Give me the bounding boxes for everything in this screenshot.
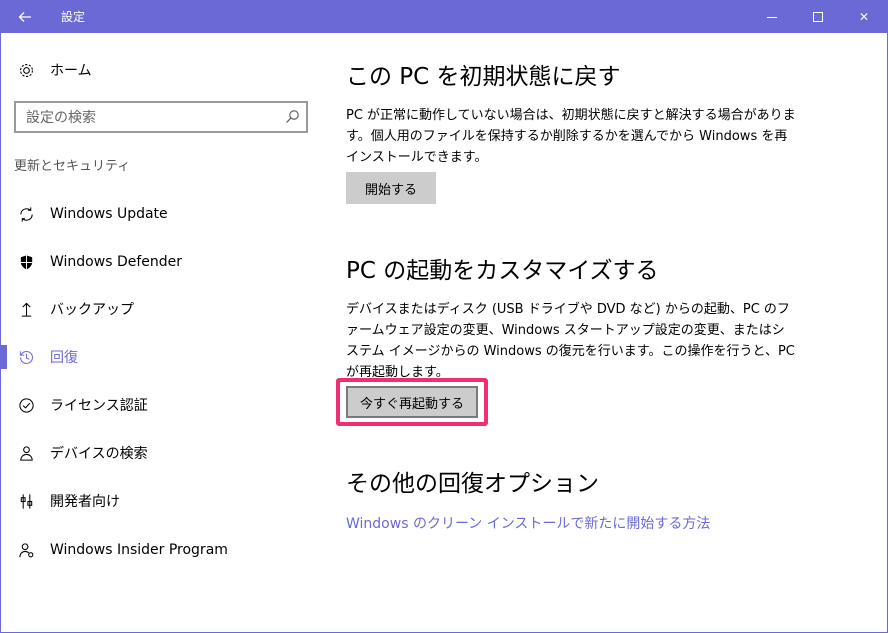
- close-icon: ✕: [858, 10, 870, 24]
- active-indicator: [1, 345, 7, 369]
- close-button[interactable]: ✕: [841, 1, 887, 33]
- person-location-icon: [17, 444, 35, 462]
- sidebar-item-backup[interactable]: バックアップ: [17, 297, 134, 321]
- window-title: 設定: [61, 10, 86, 24]
- search-icon[interactable]: [284, 109, 300, 125]
- shield-icon: [17, 253, 35, 271]
- gear-icon: [17, 61, 35, 79]
- sidebar-item-label: バックアップ: [50, 302, 134, 318]
- sidebar-item-find-device[interactable]: デバイスの検索: [17, 441, 148, 465]
- history-icon: [17, 348, 35, 366]
- sidebar: ホーム 設定の検索 更新とセキュリティ Windows Update Windo…: [1, 33, 321, 633]
- sidebar-item-label: Windows Update: [50, 206, 168, 222]
- sidebar-item-insider[interactable]: Windows Insider Program: [17, 538, 228, 562]
- backup-arrow-icon: [17, 300, 35, 318]
- sidebar-item-windows-defender[interactable]: Windows Defender: [17, 250, 182, 274]
- start-reset-button[interactable]: 開始する: [346, 172, 436, 204]
- back-arrow-icon[interactable]: [1, 1, 49, 33]
- sidebar-item-developers[interactable]: 開発者向け: [17, 489, 120, 513]
- sidebar-item-label: Windows Defender: [50, 254, 183, 270]
- reset-description: PC が正常に動作していない場合は、初期状態に戻すと解決する場合があります。個人…: [346, 108, 796, 165]
- insider-person-icon: [17, 541, 35, 559]
- sync-icon: [17, 205, 35, 223]
- check-circle-icon: [17, 396, 35, 414]
- settings-window: 設定 ✕ ホーム 設定の検索 更新とセキュリティ Windows Update …: [0, 0, 888, 633]
- sidebar-item-recovery[interactable]: 回復: [17, 345, 78, 369]
- maximize-icon: [813, 12, 823, 22]
- other-options-title: その他の回復オプション: [346, 471, 599, 497]
- sidebar-item-label: 回復: [50, 350, 78, 366]
- search-input[interactable]: 設定の検索: [26, 107, 96, 127]
- section-title: 更新とセキュリティ: [14, 159, 131, 174]
- sidebar-item-windows-update[interactable]: Windows Update: [17, 202, 168, 226]
- title-bar: 設定 ✕: [1, 1, 887, 33]
- search-box[interactable]: 設定の検索: [14, 101, 308, 133]
- reset-title: この PC を初期状態に戻す: [346, 64, 621, 90]
- sidebar-item-label: 開発者向け: [50, 494, 120, 510]
- maximize-button[interactable]: [795, 1, 841, 33]
- restart-now-button[interactable]: 今すぐ再起動する: [346, 386, 478, 418]
- home-label: ホーム: [50, 63, 92, 79]
- sidebar-item-label: デバイスの検索: [50, 446, 148, 462]
- sidebar-item-label: Windows Insider Program: [50, 542, 228, 558]
- sidebar-item-label: ライセンス認証: [50, 398, 148, 414]
- minimize-button[interactable]: [749, 1, 795, 33]
- developer-tools-icon: [17, 492, 35, 510]
- minimize-icon: [767, 16, 777, 18]
- sidebar-item-activation[interactable]: ライセンス認証: [17, 393, 148, 417]
- startup-description: デバイスまたはディスク (USB ドライブや DVD など) からの起動、PC …: [346, 302, 795, 380]
- sidebar-item-home[interactable]: ホーム: [17, 60, 92, 80]
- startup-title: PC の起動をカスタマイズする: [346, 258, 659, 284]
- clean-install-link[interactable]: Windows のクリーン インストールで新たに開始する方法: [346, 513, 710, 533]
